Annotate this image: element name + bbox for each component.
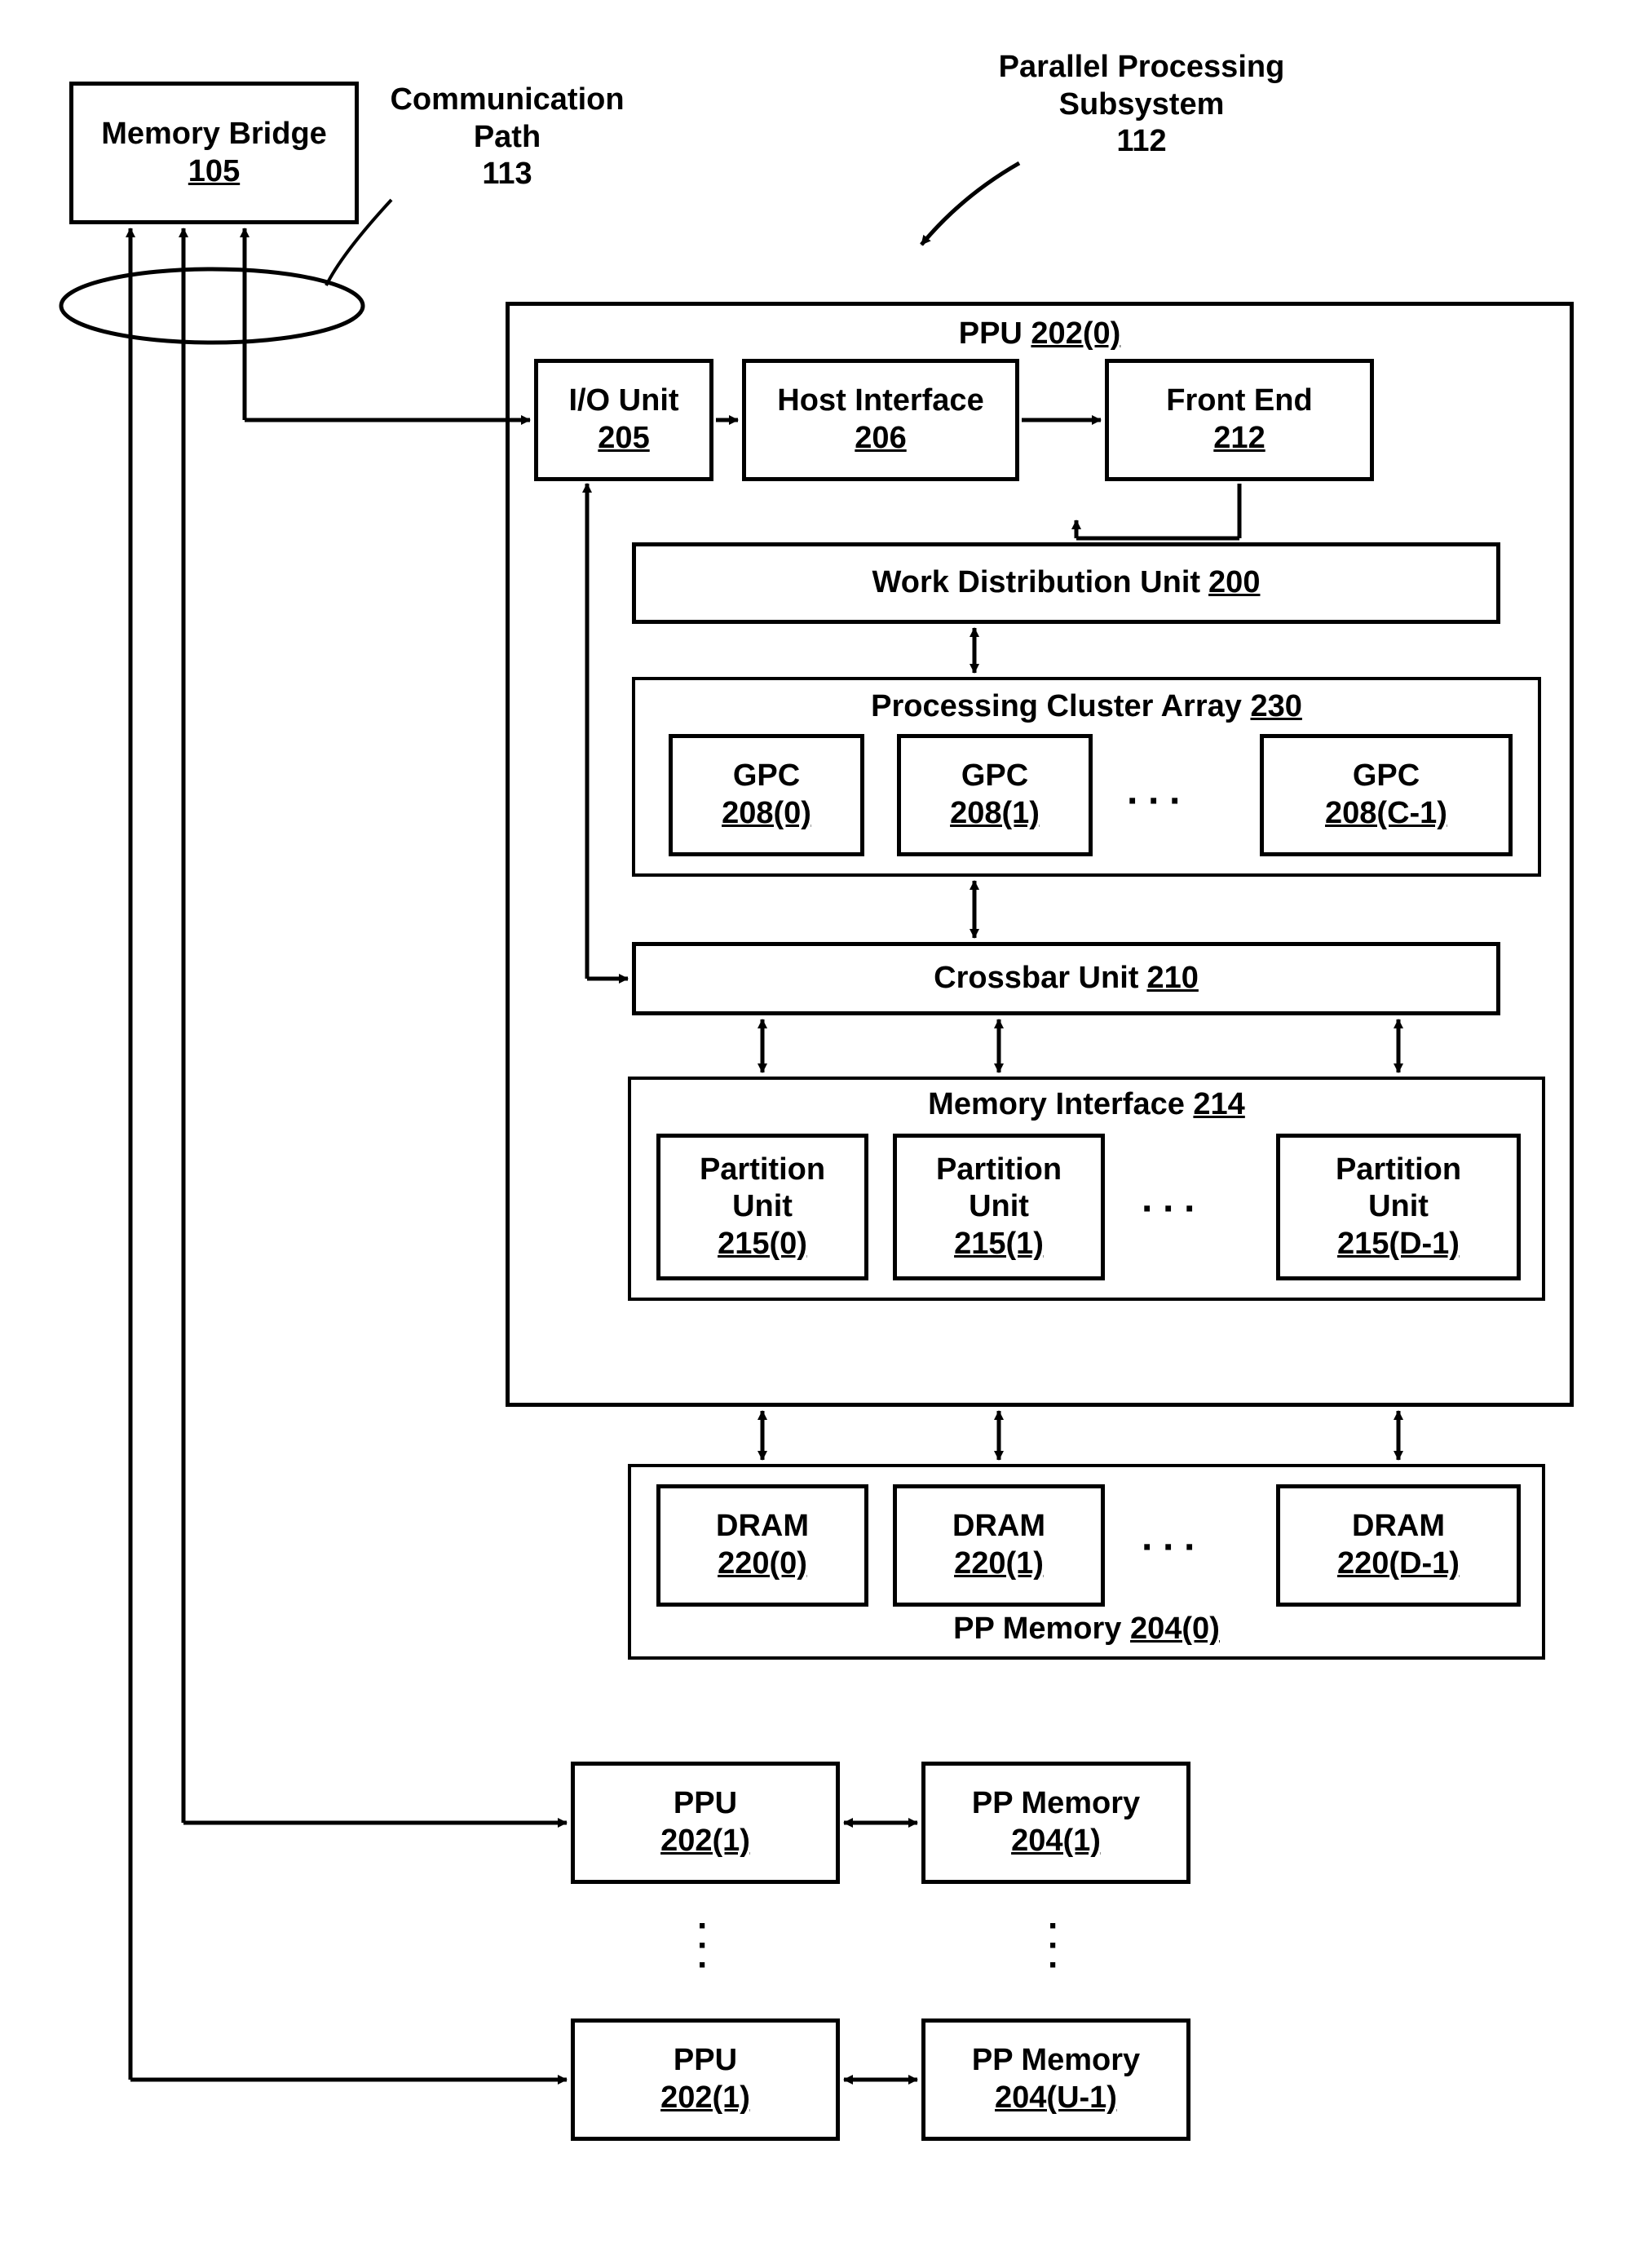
memory-bridge-ref: 105: [188, 153, 240, 191]
wdu-block: Work Distribution Unit 200: [632, 542, 1500, 624]
ppmem0-header: PP Memory 204(0): [953, 1611, 1220, 1648]
comm-path-label: Communication Path 113: [381, 82, 634, 193]
front-end-block: Front End 212: [1105, 359, 1374, 481]
pu1-block: Partition Unit 215(1): [893, 1134, 1105, 1280]
crossbar-block: Crossbar Unit 210: [632, 942, 1500, 1015]
memif-header: Memory Interface 214: [928, 1086, 1245, 1124]
ppmem-vdots: ···: [1048, 1917, 1060, 1976]
io-unit-block: I/O Unit 205: [534, 359, 713, 481]
ppmemU-block: PP Memory 204(U-1): [921, 2018, 1190, 2141]
memory-bridge-block: Memory Bridge 105: [69, 82, 359, 224]
subsystem-label: Parallel Processing Subsystem 112: [978, 49, 1305, 161]
dram1-block: DRAM 220(1): [893, 1484, 1105, 1607]
ppmem1-block: PP Memory 204(1): [921, 1762, 1190, 1884]
host-interface-block: Host Interface 206: [742, 359, 1019, 481]
dram-ellipsis: ···: [1142, 1525, 1205, 1570]
gpc-ellipsis: ···: [1127, 779, 1190, 824]
pca-header: Processing Cluster Array 230: [871, 688, 1302, 726]
memory-bridge-title: Memory Bridge: [101, 116, 327, 153]
ppuU-block: PPU 202(1): [571, 2018, 840, 2141]
dramD-block: DRAM 220(D-1): [1276, 1484, 1521, 1607]
gpc1-block: GPC 208(1): [897, 734, 1093, 856]
pu0-block: Partition Unit 215(0): [656, 1134, 868, 1280]
gpc0-block: GPC 208(0): [669, 734, 864, 856]
ppu-vdots: ···: [697, 1917, 709, 1976]
ppu0-header: PPU 202(0): [959, 316, 1121, 353]
ppu1-block: PPU 202(1): [571, 1762, 840, 1884]
gpcC-block: GPC 208(C-1): [1260, 734, 1513, 856]
dram0-block: DRAM 220(0): [656, 1484, 868, 1607]
puD-block: Partition Unit 215(D-1): [1276, 1134, 1521, 1280]
pu-ellipsis: ···: [1142, 1187, 1205, 1231]
